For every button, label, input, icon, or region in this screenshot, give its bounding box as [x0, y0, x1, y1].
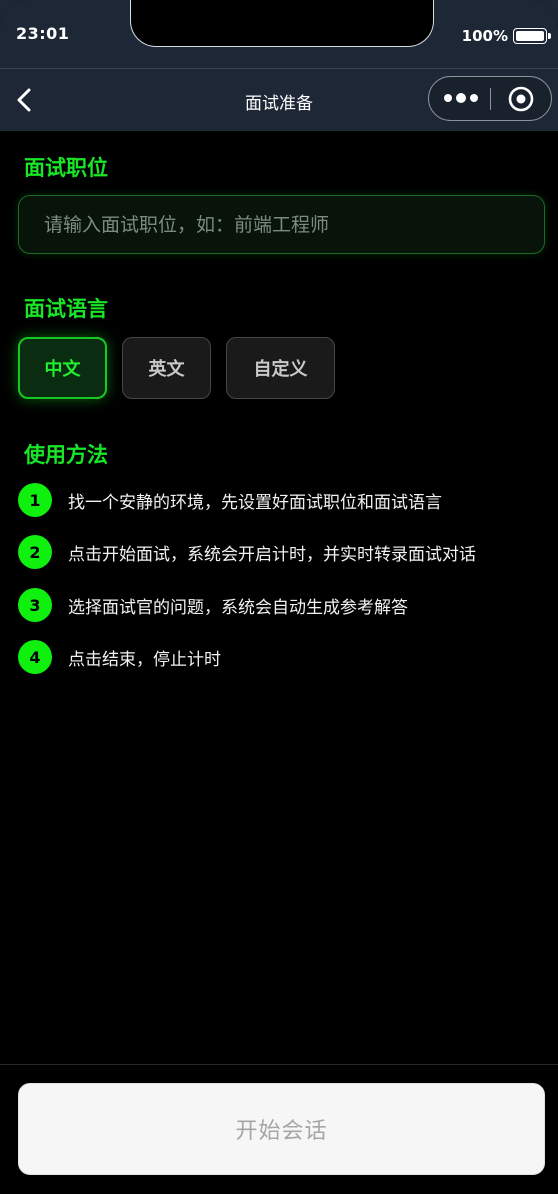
close-miniprogram-button[interactable]	[507, 85, 535, 113]
more-dots-icon	[444, 93, 478, 103]
mini-program-capsule	[428, 76, 552, 121]
step-number: 3	[18, 588, 52, 622]
usage-step: 3 选择面试官的问题，系统会自动生成参考解答	[18, 588, 408, 622]
position-input[interactable]	[19, 196, 544, 253]
step-number: 1	[18, 483, 52, 517]
step-text: 找一个安静的环境，先设置好面试职位和面试语言	[68, 492, 442, 513]
notch	[130, 0, 434, 47]
step-text: 选择面试官的问题，系统会自动生成参考解答	[68, 597, 408, 618]
usage-section-title: 使用方法	[24, 443, 108, 467]
usage-step: 1 找一个安静的环境，先设置好面试职位和面试语言	[18, 483, 442, 517]
nav-bar: 面试准备	[0, 68, 558, 131]
position-input-wrapper	[18, 195, 545, 254]
language-option-custom[interactable]: 自定义	[226, 337, 335, 399]
usage-step: 2 点击开始面试，系统会开启计时，并实时转录面试对话	[18, 535, 476, 569]
battery-icon	[513, 28, 551, 44]
position-section-title: 面试职位	[24, 156, 108, 180]
status-bar: 23:01 100%	[0, 0, 558, 68]
capsule-divider	[490, 88, 491, 110]
step-text: 点击结束，停止计时	[68, 649, 221, 670]
battery-percent: 100%	[461, 27, 508, 45]
language-section-title: 面试语言	[24, 297, 108, 321]
language-option-english[interactable]: 英文	[122, 337, 211, 399]
phone-screen: 23:01 100% 面试准备 面试职位 请输入面试职位，如：前端工程师 面试语…	[0, 0, 558, 1194]
status-time: 23:01	[16, 24, 70, 43]
target-circle-icon	[508, 86, 534, 112]
usage-step: 4 点击结束，停止计时	[18, 640, 221, 674]
step-text: 点击开始面试，系统会开启计时，并实时转录面试对话	[68, 544, 476, 565]
step-number: 4	[18, 640, 52, 674]
step-number: 2	[18, 535, 52, 569]
start-session-button[interactable]: 开始会话	[18, 1083, 545, 1175]
footer-divider	[0, 1064, 558, 1065]
language-option-chinese[interactable]: 中文	[18, 337, 107, 399]
more-button[interactable]	[443, 88, 479, 108]
